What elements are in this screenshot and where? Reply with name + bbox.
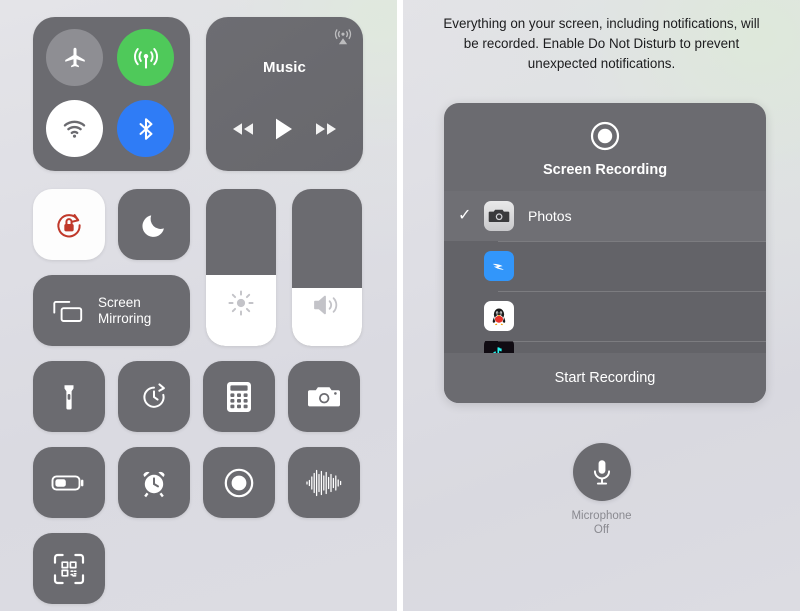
screen-mirroring-label: Screen Mirroring [98, 295, 151, 327]
dingtalk-icon [484, 251, 514, 281]
airplay-icon[interactable] [332, 25, 354, 47]
microphone-label: Microphone Off [571, 509, 631, 537]
fast-forward-icon[interactable] [312, 120, 340, 138]
low-power-mode-button[interactable] [33, 447, 105, 518]
alarm-button[interactable] [118, 447, 190, 518]
volume-slider-fill [292, 287, 362, 346]
flashlight-icon [54, 382, 84, 412]
timer-icon [138, 381, 170, 413]
timer-button[interactable] [118, 361, 190, 432]
battery-icon [51, 473, 87, 493]
do-not-disturb-button[interactable] [118, 189, 190, 260]
qr-code-icon [52, 552, 86, 586]
airplane-icon [62, 45, 88, 71]
record-icon [222, 466, 256, 500]
app-name-photos: Photos [528, 208, 572, 224]
hearing-button[interactable] [288, 447, 360, 518]
app-row-qq[interactable] [444, 291, 766, 341]
play-icon[interactable] [274, 117, 294, 141]
app-row-photos[interactable]: ✓ Photos [444, 191, 766, 241]
volume-icon [311, 292, 343, 318]
microphone-label-line1: Microphone [571, 510, 632, 522]
control-center-panel: Music Screen Mirroring [0, 0, 397, 611]
screen-recording-panel: Everything on your screen, including not… [403, 0, 800, 611]
brightness-slider[interactable] [206, 189, 276, 346]
bluetooth-button[interactable] [117, 100, 174, 157]
rewind-icon[interactable] [229, 120, 257, 138]
recording-notice: Everything on your screen, including not… [443, 16, 760, 71]
rotation-lock-button[interactable] [33, 189, 105, 260]
calculator-icon [226, 381, 252, 413]
qr-code-reader-button[interactable] [33, 533, 105, 604]
photos-camera-icon [484, 201, 514, 231]
dialog-title: Screen Recording [542, 162, 668, 178]
dark-app-icon [484, 341, 514, 353]
rotation-lock-icon [52, 208, 86, 242]
app-row-dingtalk[interactable] [444, 241, 766, 291]
cellular-icon [131, 43, 161, 73]
app-row-partial[interactable] [444, 341, 766, 353]
qq-penguin-icon [484, 301, 514, 331]
connectivity-module [33, 17, 190, 171]
microphone-icon [588, 457, 616, 487]
dialog-header: Screen Recording [444, 103, 766, 191]
screenshot-root: Music Screen Mirroring Everything on you… [0, 0, 800, 611]
microphone-control: Microphone Off [532, 443, 672, 537]
moon-icon [140, 211, 168, 239]
calculator-button[interactable] [203, 361, 275, 432]
music-module[interactable]: Music [206, 17, 363, 171]
microphone-toggle-button[interactable] [572, 443, 631, 501]
wifi-icon [61, 115, 88, 142]
brightness-slider-fill [206, 275, 276, 346]
volume-slider[interactable] [292, 189, 362, 346]
camera-button[interactable] [288, 361, 360, 432]
flashlight-button[interactable] [33, 361, 105, 432]
alarm-clock-icon [138, 467, 170, 499]
destination-app-list: ✓ Photos [444, 191, 766, 353]
record-icon [588, 119, 622, 153]
screen-recording-dialog: Screen Recording ✓ Photos Start Recordin… [444, 103, 766, 403]
screen-mirroring-label-line2: Mirroring [98, 310, 152, 326]
waveform-icon [305, 468, 343, 498]
screen-recording-button[interactable] [203, 447, 275, 518]
microphone-label-line2: Off [593, 524, 610, 536]
bluetooth-icon [133, 116, 159, 142]
checkmark-icon: ✓ [458, 207, 472, 224]
airplane-mode-button[interactable] [46, 29, 103, 86]
camera-icon [307, 383, 341, 411]
music-title: Music [262, 59, 306, 76]
screen-mirroring-icon [51, 298, 85, 324]
screen-mirroring-button[interactable]: Screen Mirroring [33, 275, 190, 346]
screen-mirroring-label-line1: Screen [98, 294, 141, 310]
brightness-icon [226, 288, 256, 318]
music-controls [206, 117, 363, 141]
wifi-button[interactable] [46, 100, 103, 157]
start-recording-button[interactable]: Start Recording [444, 353, 766, 403]
cellular-data-button[interactable] [117, 29, 174, 86]
